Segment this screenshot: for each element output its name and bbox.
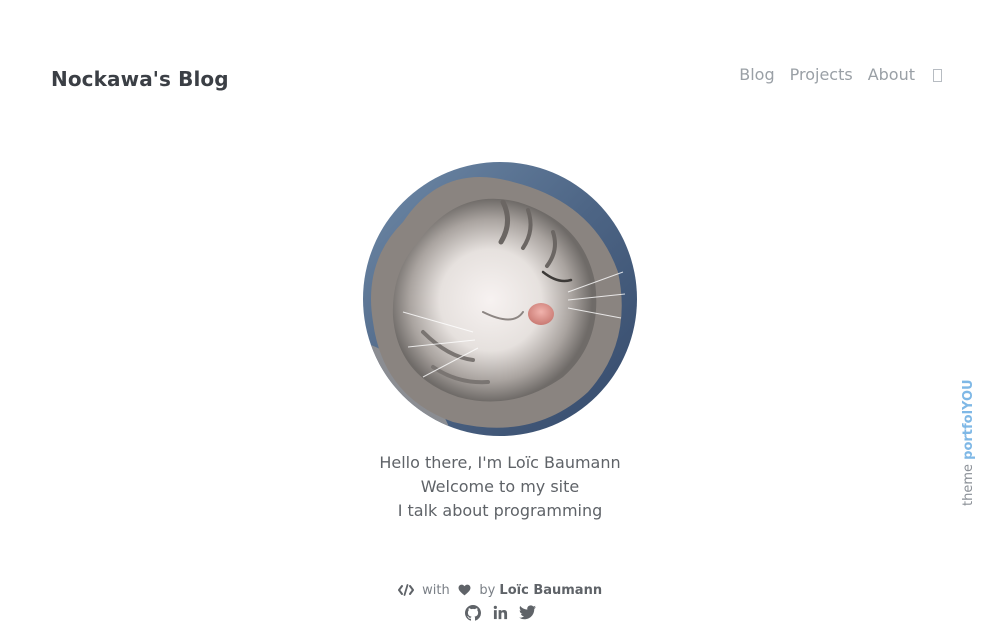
- linkedin-link[interactable]: [492, 604, 509, 621]
- intro-line-greeting: Hello there, I'm Loïc Baumann: [379, 453, 621, 472]
- nav-projects[interactable]: Projects: [790, 65, 853, 85]
- github-link[interactable]: [465, 604, 482, 621]
- theme-credit-link[interactable]: portfolYOU: [961, 379, 976, 459]
- footer-with-text: with: [422, 583, 450, 598]
- theme-credit: theme portfolYOU: [961, 379, 976, 506]
- intro-line-welcome: Welcome to my site: [420, 477, 580, 496]
- site-title[interactable]: Nockawa's Blog: [51, 67, 229, 91]
- theme-credit-prefix: theme: [961, 464, 976, 506]
- intro-line-topic: I talk about programming: [397, 501, 603, 520]
- footer-author-link[interactable]: Loïc Baumann: [499, 583, 602, 598]
- heart-icon: [458, 584, 471, 596]
- linkedin-icon: [493, 605, 507, 620]
- github-icon: [465, 604, 481, 621]
- social-links: [0, 604, 1000, 621]
- sleeping-kitten-photo: [363, 162, 637, 436]
- twitter-icon: [518, 605, 536, 620]
- footer-made-with: with by Loïc Baumann: [300, 583, 700, 599]
- avatar: [363, 162, 637, 436]
- nav-blog[interactable]: Blog: [739, 65, 774, 85]
- main-nav: Blog Projects About: [739, 65, 942, 85]
- footer-by-text: by: [479, 583, 496, 598]
- theme-toggle-icon[interactable]: [933, 69, 942, 82]
- nav-about[interactable]: About: [868, 65, 915, 85]
- twitter-link[interactable]: [518, 604, 536, 621]
- intro-text: Hello there, I'm Loïc Baumann Welcome to…: [300, 451, 700, 523]
- code-icon: [397, 584, 414, 596]
- page: Nockawa's Blog Blog Projects About Hello…: [0, 0, 1000, 625]
